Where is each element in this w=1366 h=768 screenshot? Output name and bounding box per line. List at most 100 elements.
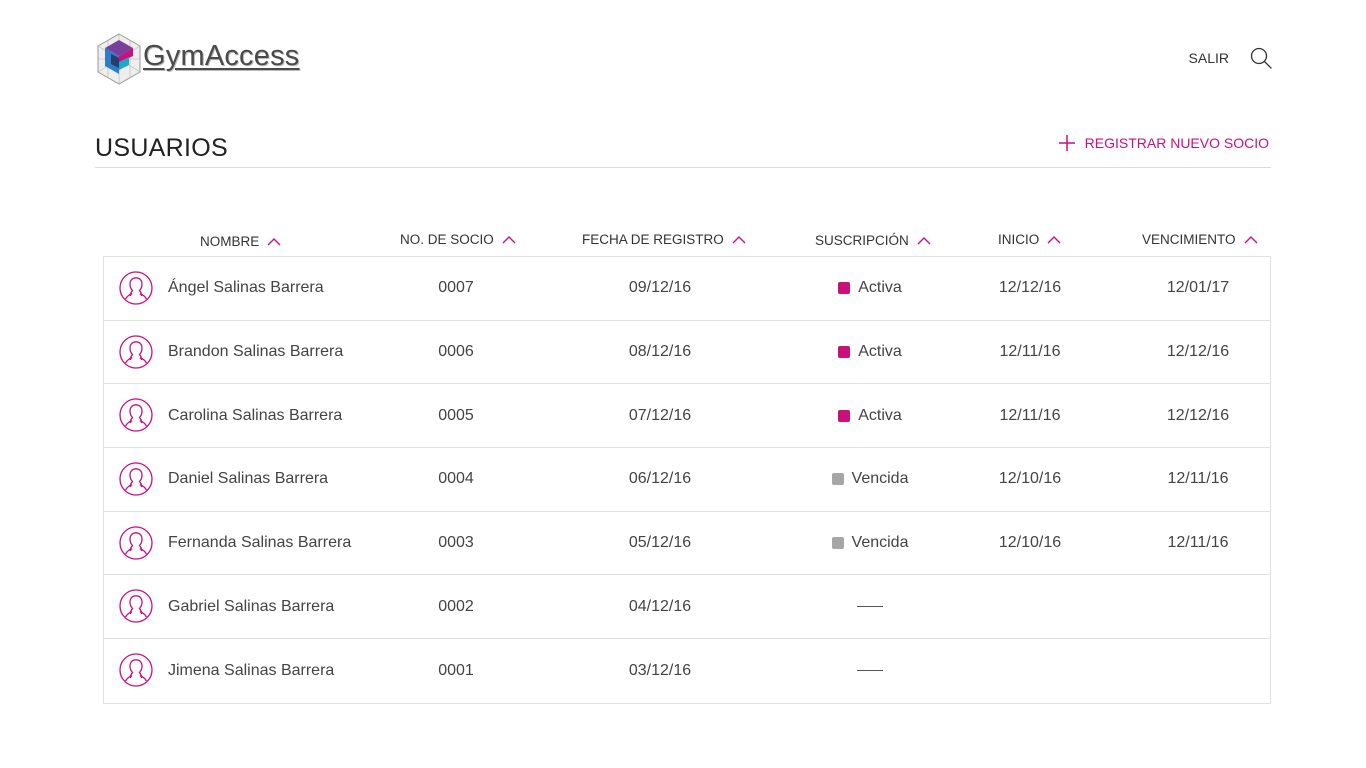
sort-up-icon — [267, 237, 281, 245]
status-indicator-icon — [838, 282, 851, 295]
subscription-status — [804, 575, 936, 638]
column-header-label: SUSCRIPCIÓN — [815, 233, 909, 248]
expiration-date: 12/11/16 — [1167, 470, 1229, 488]
member-name: Carolina Salinas Barrera — [168, 406, 343, 424]
table-body: Ángel Salinas Barrera 0007 09/12/16 Acti… — [103, 256, 1271, 704]
start-date — [974, 575, 1086, 638]
page-title-bar: USUARIOS REGISTRAR NUEVO SOCIO — [95, 130, 1271, 168]
subscription-label: Vencida — [851, 534, 909, 552]
start-date: 12/10/16 — [998, 534, 1062, 552]
column-header-expiration[interactable]: VENCIMIENTO — [1142, 232, 1258, 247]
subscription-label: Activa — [858, 406, 902, 424]
column-header-label: FECHA DE REGISTRO — [582, 232, 724, 247]
member-name: Brandon Salinas Barrera — [168, 343, 344, 361]
user-avatar-icon — [119, 335, 153, 369]
table-row[interactable]: Fernanda Salinas Barrera 0003 05/12/16 V… — [104, 512, 1270, 576]
registration-date: 09/12/16 — [628, 279, 692, 297]
table-row[interactable]: Jimena Salinas Barrera 0001 03/12/16 — [104, 639, 1270, 703]
member-number: 0003 — [438, 534, 474, 552]
user-avatar-icon — [119, 653, 153, 687]
expiration-date: 12/11/16 — [1167, 534, 1229, 552]
member-name: Fernanda Salinas Barrera — [168, 534, 352, 552]
start-date: 12/12/16 — [998, 279, 1062, 297]
registration-date: 04/12/16 — [628, 597, 692, 615]
plus-icon — [1058, 135, 1075, 151]
sort-up-icon — [1047, 235, 1061, 243]
column-header-label: NOMBRE — [200, 234, 260, 249]
user-avatar-icon — [119, 526, 153, 560]
expiration-date: 12/12/16 — [1166, 343, 1230, 361]
start-date: 12/10/16 — [998, 470, 1062, 488]
expiration-date — [1144, 639, 1252, 703]
table-row[interactable]: Carolina Salinas Barrera 0005 07/12/16 A… — [104, 384, 1270, 449]
status-indicator-icon — [838, 409, 851, 422]
column-header-registration-date[interactable]: FECHA DE REGISTRO — [582, 232, 746, 247]
gymaccess-logo-icon — [97, 33, 141, 85]
table-row[interactable]: Ángel Salinas Barrera 0007 09/12/16 Acti… — [104, 257, 1270, 321]
status-indicator-icon — [838, 346, 851, 359]
subscription-status: Activa — [804, 321, 936, 384]
member-name: Daniel Salinas Barrera — [168, 470, 329, 488]
member-number: 0005 — [438, 406, 474, 424]
brand-name: GymAccess — [143, 39, 300, 72]
registration-date: 05/12/16 — [628, 534, 692, 552]
member-name: Gabriel Salinas Barrera — [168, 597, 335, 615]
table-row[interactable]: Gabriel Salinas Barrera 0002 04/12/16 — [104, 575, 1270, 640]
column-header-name[interactable]: NOMBRE — [200, 234, 281, 249]
members-table: NOMBRE NO. DE SOCIO FECHA DE REGISTRO SU… — [103, 225, 1271, 704]
user-avatar-icon — [119, 589, 153, 624]
column-header-label: INICIO — [998, 232, 1040, 247]
subscription-label: Activa — [858, 279, 902, 297]
sort-up-icon — [917, 236, 931, 244]
table-row[interactable]: Brandon Salinas Barrera 0006 08/12/16 Ac… — [104, 321, 1270, 385]
status-indicator-icon — [831, 537, 844, 550]
expiration-date: 12/01/17 — [1166, 279, 1230, 297]
table-row[interactable]: Daniel Salinas Barrera 0004 06/12/16 Ven… — [104, 448, 1270, 512]
registration-date: 08/12/16 — [628, 343, 692, 361]
header: GymAccess SALIR — [95, 30, 1275, 90]
start-date: 12/11/16 — [999, 343, 1061, 361]
subscription-status: Vencida — [804, 448, 936, 511]
register-new-member-label: REGISTRAR NUEVO SOCIO — [1084, 135, 1269, 151]
page-title: USUARIOS — [95, 134, 228, 162]
subscription-status: Vencida — [804, 512, 936, 575]
sort-up-icon — [1244, 235, 1258, 243]
start-date — [974, 639, 1086, 703]
sort-up-icon — [732, 235, 746, 243]
column-header-member-number[interactable]: NO. DE SOCIO — [400, 232, 516, 247]
no-subscription-dash — [857, 670, 883, 672]
subscription-status — [804, 639, 936, 703]
subscription-label: Activa — [858, 343, 902, 361]
user-avatar-icon — [119, 398, 153, 433]
subscription-status: Activa — [804, 257, 936, 320]
column-header-subscription[interactable]: SUSCRIPCIÓN — [815, 233, 931, 248]
logo[interactable]: GymAccess — [95, 32, 300, 86]
no-subscription-dash — [857, 606, 883, 608]
subscription-status: Activa — [804, 384, 936, 447]
registration-date: 06/12/16 — [628, 470, 692, 488]
expiration-date: 12/12/16 — [1166, 406, 1230, 424]
register-new-member-button[interactable]: REGISTRAR NUEVO SOCIO — [1058, 134, 1269, 152]
column-header-label: VENCIMIENTO — [1142, 232, 1236, 247]
column-header-start[interactable]: INICIO — [998, 232, 1061, 247]
user-avatar-icon — [119, 462, 153, 496]
column-header-label: NO. DE SOCIO — [400, 232, 494, 247]
member-number: 0004 — [438, 470, 474, 488]
member-name: Jimena Salinas Barrera — [168, 661, 335, 679]
member-number: 0007 — [438, 279, 474, 297]
subscription-label: Vencida — [851, 470, 909, 488]
logout-link[interactable]: SALIR — [1189, 50, 1229, 66]
start-date: 12/11/16 — [999, 406, 1061, 424]
user-avatar-icon — [119, 271, 153, 305]
registration-date: 07/12/16 — [628, 406, 692, 424]
expiration-date — [1144, 575, 1252, 638]
registration-date: 03/12/16 — [628, 661, 692, 679]
member-name: Ángel Salinas Barrera — [168, 279, 324, 297]
search-icon[interactable] — [1249, 46, 1273, 70]
member-number: 0006 — [438, 343, 474, 361]
member-number: 0001 — [438, 661, 474, 679]
status-indicator-icon — [831, 473, 844, 486]
sort-up-icon — [502, 235, 516, 243]
table-header: NOMBRE NO. DE SOCIO FECHA DE REGISTRO SU… — [103, 225, 1271, 256]
member-number: 0002 — [438, 597, 474, 615]
